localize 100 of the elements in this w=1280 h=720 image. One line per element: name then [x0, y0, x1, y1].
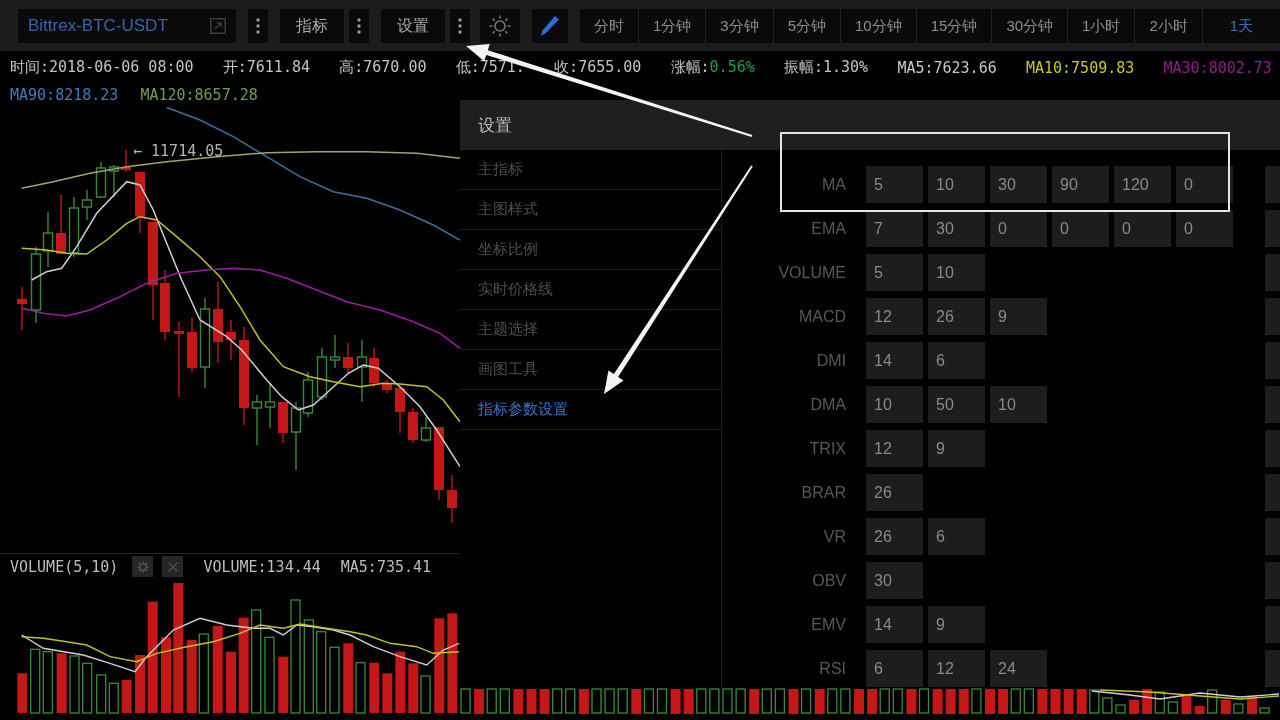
toolbar-button[interactable]: 设置 — [381, 9, 445, 43]
input-field[interactable]: 50 — [928, 386, 985, 423]
input-field[interactable] — [1265, 518, 1280, 555]
input-field[interactable]: 120 — [1114, 166, 1171, 203]
param-label: MA — [821, 175, 846, 194]
input-field[interactable]: 30 — [990, 166, 1047, 203]
candlestick — [121, 149, 131, 173]
timeframe-tab[interactable]: 15分钟 — [915, 9, 992, 43]
input-field[interactable]: 10 — [928, 166, 985, 203]
input-field[interactable] — [1265, 386, 1280, 423]
timeframe-tab[interactable]: 1分钟 — [638, 9, 706, 43]
timeframe-tab[interactable]: 30分钟 — [991, 9, 1068, 43]
param-label: VOLUME — [777, 263, 846, 282]
input-field[interactable]: 10 — [990, 386, 1047, 423]
candlestick — [17, 286, 27, 331]
symbol-selector[interactable]: Bittrex-BTC-USDT — [18, 9, 236, 43]
more-button[interactable] — [248, 9, 268, 43]
candlestick — [447, 474, 457, 524]
price-reading: 涨幅:0.56% — [670, 58, 755, 77]
candlestick — [408, 407, 418, 444]
timeframe-tab[interactable]: 3分钟 — [705, 9, 773, 43]
input-field[interactable] — [1265, 650, 1280, 687]
input-field[interactable]: 6 — [866, 650, 923, 687]
input-field[interactable]: 0 — [1176, 210, 1233, 247]
param-label: DMA — [809, 395, 846, 414]
input-field[interactable]: 6 — [928, 518, 985, 555]
input-field[interactable]: 9 — [928, 430, 985, 467]
moving-average-reading: MA90:8218.23 — [10, 86, 119, 104]
input-field[interactable] — [1265, 298, 1280, 335]
volume-reading: MA5:735.41 — [340, 557, 432, 576]
candlestick — [395, 386, 405, 434]
param-label: VR — [822, 527, 846, 546]
input-field[interactable]: 7 — [866, 210, 923, 247]
input-field[interactable]: 12 — [928, 650, 985, 687]
candlestick — [135, 171, 145, 234]
dialog-title: 设置 — [478, 114, 512, 137]
input-field[interactable] — [1265, 430, 1280, 467]
input-field[interactable]: 9 — [928, 606, 985, 643]
input-field[interactable]: 24 — [990, 650, 1047, 687]
input-field[interactable]: 26 — [866, 518, 923, 555]
input-field[interactable]: 0 — [1114, 210, 1171, 247]
input-field[interactable]: 14 — [866, 342, 923, 379]
input-field[interactable] — [1265, 606, 1280, 643]
input-field[interactable]: 0 — [990, 210, 1047, 247]
settings-button[interactable] — [132, 556, 154, 577]
input-field[interactable]: 26 — [928, 298, 985, 335]
candlestick — [226, 319, 236, 361]
candlestick — [264, 382, 276, 429]
more-button[interactable] — [349, 9, 369, 43]
draw-button[interactable] — [532, 9, 568, 43]
input-field[interactable]: 12 — [866, 430, 923, 467]
input-field[interactable]: 26 — [866, 474, 923, 511]
indicator-title: VOLUME(5,10) — [10, 557, 119, 576]
param-label: OBV — [811, 571, 846, 590]
more-icon — [357, 18, 361, 34]
popout-icon — [210, 18, 226, 34]
param-label: TRIX — [808, 439, 846, 458]
more-icon — [256, 18, 260, 34]
input-field[interactable]: 30 — [866, 562, 923, 599]
input-field[interactable]: 0 — [1176, 166, 1233, 203]
input-field[interactable]: 5 — [866, 166, 923, 203]
candlestick — [251, 394, 263, 446]
input-field[interactable]: 10 — [928, 254, 985, 291]
moving-average-reading: MA30:8002.73 — [1163, 58, 1272, 77]
input-field[interactable]: 5 — [866, 254, 923, 291]
input-field[interactable] — [1265, 342, 1280, 379]
input-field[interactable] — [1265, 474, 1280, 511]
price-reading: 开:7611.84 — [222, 58, 310, 77]
input-field[interactable] — [1265, 166, 1280, 203]
input-field[interactable]: 30 — [928, 210, 985, 247]
timeframe-tab[interactable]: 1天 — [1201, 9, 1280, 43]
candlestick — [343, 342, 353, 374]
input-field[interactable]: 0 — [1052, 210, 1109, 247]
candlestick — [278, 401, 288, 444]
input-field[interactable]: 12 — [866, 298, 923, 335]
toolbar-button[interactable]: 指标 — [280, 9, 344, 43]
input-field[interactable]: 90 — [1052, 166, 1109, 203]
volume-reading: VOLUME:134.44 — [203, 557, 321, 576]
input-field[interactable]: 14 — [866, 606, 923, 643]
theme-button[interactable] — [480, 9, 520, 43]
input-field[interactable] — [1265, 210, 1280, 247]
input-field[interactable]: 6 — [928, 342, 985, 379]
timeframe-tab[interactable]: 1小时 — [1067, 9, 1135, 43]
moving-average-reading: MA5:7623.66 — [897, 58, 997, 77]
close-button[interactable] — [162, 556, 184, 577]
timeframe-tab[interactable]: 2小时 — [1134, 9, 1202, 43]
input-field[interactable] — [1265, 562, 1280, 599]
close-icon — [167, 561, 178, 572]
param-label: MACD — [797, 307, 846, 326]
more-button[interactable] — [450, 9, 470, 43]
timeframe-tab[interactable]: 分时 — [580, 9, 638, 43]
input-field[interactable]: 9 — [990, 298, 1047, 335]
timeframe-tab[interactable]: 10分钟 — [840, 9, 916, 43]
input-field[interactable] — [1265, 254, 1280, 291]
param-label: EMV — [810, 615, 846, 634]
timeframe-tab[interactable]: 5分钟 — [772, 9, 841, 43]
candlestick — [42, 211, 54, 268]
price-reading: 振幅:1.30% — [783, 58, 869, 77]
input-field[interactable]: 10 — [866, 386, 923, 423]
candlestick — [108, 164, 120, 198]
